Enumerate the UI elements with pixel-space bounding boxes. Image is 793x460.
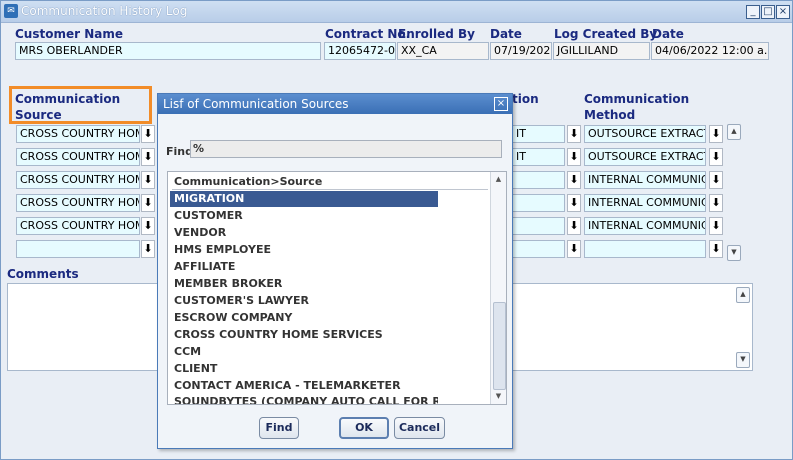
list-item[interactable]: CUSTOMER'S LAWYER xyxy=(170,293,438,309)
method-field[interactable]: OUTSOURCE EXTRACT I xyxy=(584,125,706,143)
method-field[interactable] xyxy=(584,240,706,258)
rows-scroll-down-icon[interactable]: ▼ xyxy=(727,245,741,261)
list-item[interactable]: CONTACT AMERICA - TELEMARKETER xyxy=(170,378,438,394)
customer-name-field[interactable]: MRS OBERLANDER xyxy=(15,42,321,60)
enrolled-by-label: Enrolled By xyxy=(398,27,476,41)
list-item[interactable]: HMS EMPLOYEE xyxy=(170,242,438,258)
cancel-button[interactable]: Cancel xyxy=(394,417,445,439)
log-date-label: Date xyxy=(652,27,684,41)
list-item[interactable]: CROSS COUNTRY HOME SERVICES xyxy=(170,327,438,343)
method-field[interactable]: INTERNAL COMMUNICAT xyxy=(584,217,706,235)
list-scroll-up-icon[interactable]: ▲ xyxy=(492,173,505,185)
method-lov-icon[interactable]: ⬇ xyxy=(709,217,723,235)
contract-no-field[interactable]: 12065472-0 xyxy=(324,42,396,60)
source-lov-icon[interactable]: ⬇ xyxy=(141,194,155,212)
title-bar: ✉ Communication History Log _ □ × xyxy=(1,1,792,23)
dialog-title-bar: Lisf of Communication Sources × xyxy=(158,94,512,114)
list-item[interactable]: MIGRATION xyxy=(170,191,438,207)
rows-scroll-up-icon[interactable]: ▲ xyxy=(727,124,741,140)
close-button[interactable]: × xyxy=(776,5,790,19)
maximize-button[interactable]: □ xyxy=(761,5,775,19)
find-input[interactable]: % xyxy=(190,140,502,158)
ok-button[interactable]: OK xyxy=(339,417,389,439)
list-item[interactable]: ESCROW COMPANY xyxy=(170,310,438,326)
source-field[interactable]: CROSS COUNTRY HOME xyxy=(16,194,140,212)
communication-history-window: ✉ Communication History Log _ □ × Custom… xyxy=(0,0,793,460)
dialog-close-icon[interactable]: × xyxy=(494,97,508,111)
list-scrollbar[interactable]: ▲ ▼ xyxy=(490,172,506,404)
comments-scroll-up-icon[interactable]: ▲ xyxy=(736,287,750,303)
list-item[interactable]: CUSTOMER xyxy=(170,208,438,224)
middle-field[interactable] xyxy=(512,240,565,258)
list-item[interactable]: SOUNDBYTES (COMPANY AUTO CALL FOR RE xyxy=(170,395,438,404)
customer-name-label: Customer Name xyxy=(15,27,123,41)
enrolled-by-field[interactable]: XX_CA xyxy=(397,42,489,60)
minimize-button[interactable]: _ xyxy=(746,5,760,19)
source-lov-icon[interactable]: ⬇ xyxy=(141,171,155,189)
list-scroll-thumb[interactable] xyxy=(493,302,506,390)
comments-scroll-down-icon[interactable]: ▼ xyxy=(736,352,750,368)
middle-lov-icon[interactable]: ⬇ xyxy=(567,125,581,143)
method-lov-icon[interactable]: ⬇ xyxy=(709,125,723,143)
method-lov-icon[interactable]: ⬇ xyxy=(709,240,723,258)
middle-lov-icon[interactable]: ⬇ xyxy=(567,194,581,212)
method-lov-icon[interactable]: ⬇ xyxy=(709,148,723,166)
list-scroll-down-icon[interactable]: ▼ xyxy=(492,390,505,402)
oracle-forms-icon: ✉ xyxy=(4,4,18,18)
source-field[interactable] xyxy=(16,240,140,258)
middle-lov-icon[interactable]: ⬇ xyxy=(567,217,581,235)
middle-lov-icon[interactable]: ⬇ xyxy=(567,148,581,166)
middle-field[interactable] xyxy=(512,217,565,235)
source-field[interactable]: CROSS COUNTRY HOME xyxy=(16,217,140,235)
method-field[interactable]: INTERNAL COMMUNICAT xyxy=(584,194,706,212)
list-item[interactable]: CLIENT xyxy=(170,361,438,377)
method-lov-icon[interactable]: ⬇ xyxy=(709,171,723,189)
method-header-line1: Communication xyxy=(584,92,690,106)
source-header-line1: Communication xyxy=(15,92,121,106)
middle-field[interactable] xyxy=(512,194,565,212)
source-lov-icon[interactable]: ⬇ xyxy=(141,148,155,166)
middle-field[interactable] xyxy=(512,171,565,189)
log-created-by-label: Log Created By xyxy=(554,27,658,41)
find-button[interactable]: Find xyxy=(259,417,299,439)
list-item[interactable]: AFFILIATE xyxy=(170,259,438,275)
middle-field[interactable]: IT xyxy=(512,148,565,166)
source-lov-icon[interactable]: ⬇ xyxy=(141,125,155,143)
find-label: Find xyxy=(166,145,193,158)
list-header-divider xyxy=(172,189,488,190)
source-field[interactable]: CROSS COUNTRY HOME xyxy=(16,125,140,143)
method-field[interactable]: INTERNAL COMMUNICAT xyxy=(584,171,706,189)
date-field[interactable]: 07/19/2021 xyxy=(490,42,552,60)
list-item[interactable]: CCM xyxy=(170,344,438,360)
method-field[interactable]: OUTSOURCE EXTRACT I xyxy=(584,148,706,166)
log-created-by-field[interactable]: JGILLILAND xyxy=(553,42,650,60)
middle-lov-icon[interactable]: ⬇ xyxy=(567,240,581,258)
middle-column-header: tion xyxy=(512,92,539,106)
list-header: Communication>Source xyxy=(174,175,323,188)
sources-list[interactable]: Communication>Source MIGRATION CUSTOMER … xyxy=(167,171,507,405)
method-lov-icon[interactable]: ⬇ xyxy=(709,194,723,212)
list-item[interactable]: MEMBER BROKER xyxy=(170,276,438,292)
communication-sources-dialog: Lisf of Communication Sources × Find % C… xyxy=(157,93,513,449)
source-lov-icon[interactable]: ⬇ xyxy=(141,217,155,235)
window-title: Communication History Log xyxy=(21,4,188,18)
source-field[interactable]: CROSS COUNTRY HOME xyxy=(16,148,140,166)
source-field[interactable]: CROSS COUNTRY HOME xyxy=(16,171,140,189)
method-header-line2: Method xyxy=(584,108,636,122)
middle-field[interactable]: IT xyxy=(512,125,565,143)
dialog-title: Lisf of Communication Sources xyxy=(163,97,349,111)
comments-label: Comments xyxy=(7,267,79,281)
source-lov-icon[interactable]: ⬇ xyxy=(141,240,155,258)
log-date-field[interactable]: 04/06/2022 12:00 a.m. xyxy=(651,42,769,60)
middle-lov-icon[interactable]: ⬇ xyxy=(567,171,581,189)
source-header-line2: Source xyxy=(15,108,62,122)
date-label: Date xyxy=(490,27,522,41)
list-item[interactable]: VENDOR xyxy=(170,225,438,241)
